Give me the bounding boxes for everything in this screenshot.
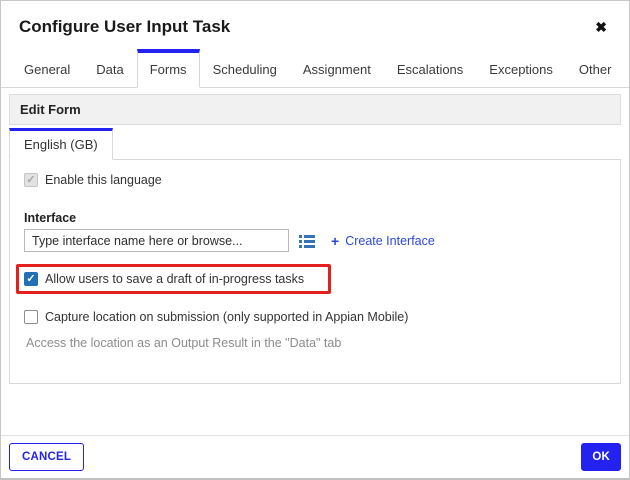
dialog-footer: CANCEL OK xyxy=(1,435,629,478)
capture-location-label: Capture location on submission (only sup… xyxy=(45,310,409,324)
tab-general[interactable]: General xyxy=(11,49,84,88)
enable-language-checkbox xyxy=(24,173,38,187)
tab-forms[interactable]: Forms xyxy=(136,49,200,88)
dialog-titlebar: Configure User Input Task ✖ xyxy=(1,1,629,49)
enable-language-row: Enable this language xyxy=(24,173,606,187)
create-interface-label: Create Interface xyxy=(345,233,435,248)
save-draft-checkbox[interactable] xyxy=(24,272,38,286)
create-interface-link[interactable]: + Create Interface xyxy=(331,233,435,249)
close-icon[interactable]: ✖ xyxy=(591,18,611,36)
tab-exceptions[interactable]: Exceptions xyxy=(476,49,566,88)
tab-data[interactable]: Data xyxy=(83,49,137,88)
ok-button[interactable]: OK xyxy=(581,443,621,471)
location-help-text: Access the location as an Output Result … xyxy=(26,336,342,350)
tab-other[interactable]: Other xyxy=(565,49,625,88)
edit-form-header: Edit Form xyxy=(9,94,621,125)
browse-interfaces-icon[interactable] xyxy=(299,234,315,248)
tab-english-gb[interactable]: English (GB) xyxy=(9,128,113,160)
save-draft-label: Allow users to save a draft of in-progre… xyxy=(45,272,305,286)
capture-location-row: Capture location on submission (only sup… xyxy=(24,310,606,324)
capture-location-checkbox[interactable] xyxy=(24,310,38,324)
forms-tab-content: Edit Form English (GB) Enable this langu… xyxy=(1,88,629,384)
interface-row: + Create Interface xyxy=(24,229,606,252)
dialog-title: Configure User Input Task xyxy=(19,17,231,36)
configure-user-input-task-dialog: Configure User Input Task ✖ General Data… xyxy=(0,0,630,480)
plus-icon: + xyxy=(331,232,340,249)
interface-name-input[interactable] xyxy=(24,229,289,252)
language-tabs: English (GB) xyxy=(9,128,621,160)
tab-assignment[interactable]: Assignment xyxy=(289,49,384,88)
cancel-button[interactable]: CANCEL xyxy=(9,443,85,471)
dialog-tabs: General Data Forms Scheduling Assignment… xyxy=(1,49,629,88)
annotation-highlight-box: Allow users to save a draft of in-progre… xyxy=(16,264,332,294)
enable-language-label: Enable this language xyxy=(45,173,162,187)
language-panel: Enable this language Interface + xyxy=(9,159,621,384)
tab-escalations[interactable]: Escalations xyxy=(383,49,477,88)
save-draft-row: Allow users to save a draft of in-progre… xyxy=(24,272,304,286)
tab-scheduling[interactable]: Scheduling xyxy=(199,49,290,88)
interface-label: Interface xyxy=(24,211,77,225)
